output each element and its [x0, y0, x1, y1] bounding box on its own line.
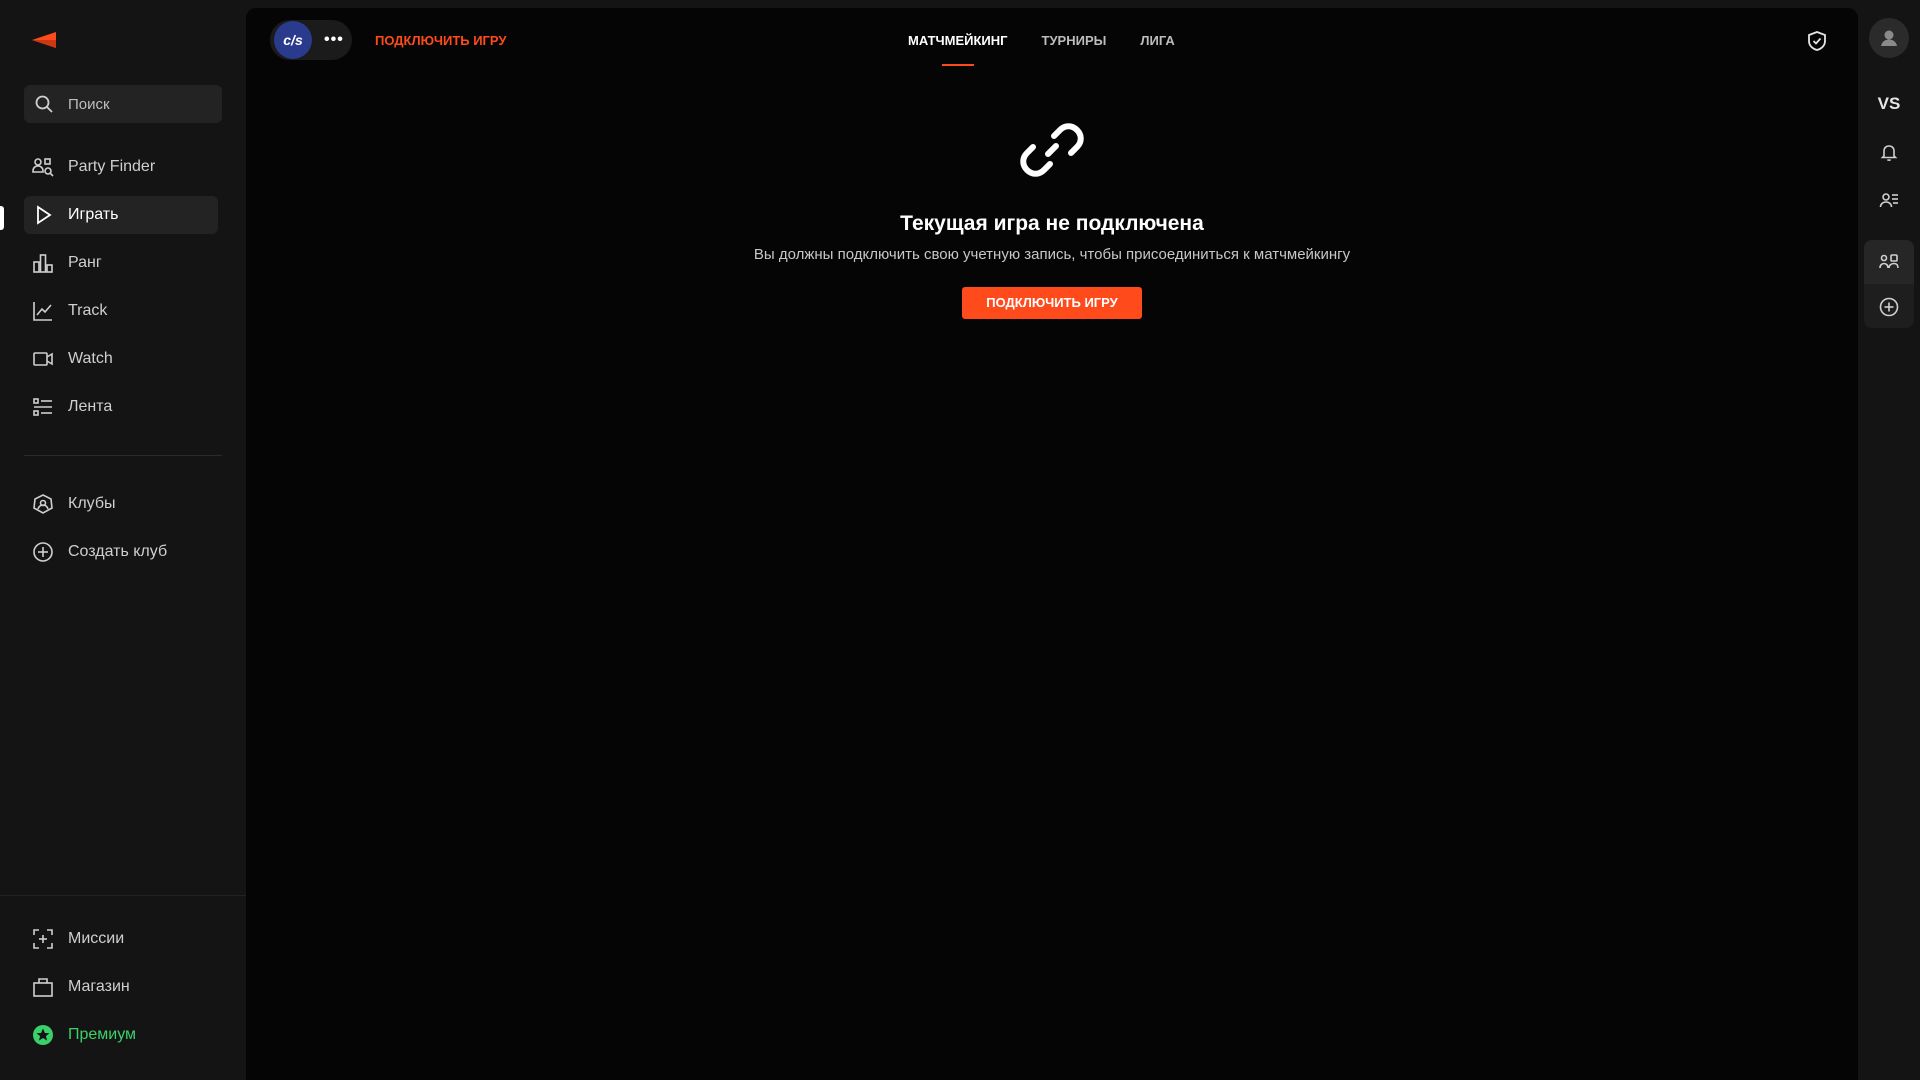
tab-league[interactable]: ЛИГА: [1140, 33, 1174, 48]
faceit-logo-icon[interactable]: [30, 28, 58, 52]
sidebar-item-watch[interactable]: Watch: [24, 340, 218, 378]
game-selector[interactable]: c/s •••: [270, 20, 352, 60]
clubs-icon: [33, 494, 53, 514]
search-placeholder: Поиск: [68, 95, 110, 113]
search-icon: [35, 95, 53, 113]
rank-icon: [33, 254, 53, 273]
party-button[interactable]: [1869, 242, 1909, 282]
party-finder-icon: [32, 158, 54, 177]
sidebar-item-premium[interactable]: Премиум: [24, 1016, 218, 1054]
sidebar-item-label: Премиум: [68, 1026, 137, 1043]
tab-tournaments[interactable]: ТУРНИРЫ: [1042, 33, 1107, 48]
more-options-icon[interactable]: •••: [324, 31, 344, 49]
sidebar-item-label: Магазин: [68, 978, 130, 995]
empty-state: Текущая игра не подключена Вы должны под…: [246, 118, 1858, 319]
add-button[interactable]: [1869, 287, 1909, 327]
sidebar-item-label: Миссии: [68, 930, 125, 947]
sidebar-item-rank[interactable]: Ранг: [24, 244, 218, 282]
sidebar-item-clubs[interactable]: Клубы: [24, 485, 218, 523]
connect-game-link[interactable]: ПОДКЛЮЧИТЬ ИГРУ: [375, 33, 507, 48]
user-avatar-icon: [1881, 30, 1897, 46]
sidebar-item-play[interactable]: Играть: [24, 196, 218, 234]
game-logo: c/s: [274, 21, 312, 59]
empty-state-subtitle: Вы должны подключить свою учетную запись…: [753, 246, 1351, 263]
tab-bar: МАТЧМЕЙКИНГ ТУРНИРЫ ЛИГА: [908, 33, 1175, 48]
shop-icon: [33, 978, 53, 997]
sidebar-bottom-divider: [0, 895, 246, 896]
avatar[interactable]: [1869, 18, 1909, 58]
watch-icon: [33, 352, 53, 366]
party-icon: [1879, 254, 1899, 269]
sidebar-item-label: Лента: [68, 398, 113, 415]
versus-button[interactable]: VS: [1869, 84, 1909, 124]
sidebar-item-create-club[interactable]: Создать клуб: [24, 533, 218, 571]
play-icon: [37, 205, 52, 225]
vs-label: VS: [1877, 94, 1901, 113]
sidebar-item-missions[interactable]: Миссии: [24, 920, 218, 958]
add-circle-icon: [33, 542, 53, 562]
right-rail: VS: [1858, 0, 1920, 1080]
connect-game-button[interactable]: ПОДКЛЮЧИТЬ ИГРУ: [962, 287, 1142, 319]
sidebar-divider: [24, 455, 222, 456]
left-sidebar: Поиск Party Finder Играть Ранг Track Wat…: [0, 0, 246, 1080]
premium-icon: [33, 1025, 53, 1045]
friends-icon: [1879, 193, 1898, 208]
sidebar-item-label: Играть: [68, 206, 119, 223]
notifications-button[interactable]: [1869, 132, 1909, 172]
bell-icon: [1880, 145, 1898, 162]
sidebar-item-party-finder[interactable]: Party Finder: [24, 148, 218, 186]
sidebar-item-label: Watch: [68, 350, 113, 367]
track-icon: [33, 302, 52, 321]
empty-state-title: Текущая игра не подключена: [900, 212, 1204, 235]
add-circle-icon: [1879, 297, 1899, 317]
sidebar-item-label: Ранг: [68, 254, 102, 271]
sidebar-item-shop[interactable]: Магазин: [24, 968, 218, 1006]
sidebar-item-label: Track: [68, 302, 108, 319]
sidebar-item-label: Клубы: [68, 495, 116, 512]
sidebar-item-track[interactable]: Track: [24, 292, 218, 330]
tab-matchmaking[interactable]: МАТЧМЕЙКИНГ: [908, 33, 1008, 48]
sidebar-item-label: Создать клуб: [68, 543, 168, 560]
main-panel: c/s ••• ПОДКЛЮЧИТЬ ИГРУ МАТЧМЕЙКИНГ ТУРН…: [246, 8, 1858, 1080]
active-indicator: [0, 206, 4, 230]
shield-icon[interactable]: [1806, 30, 1828, 52]
sidebar-item-label: Party Finder: [68, 158, 156, 175]
feed-icon: [33, 398, 52, 416]
link-icon: [1020, 123, 1084, 177]
search-input[interactable]: Поиск: [24, 85, 222, 123]
friends-button[interactable]: [1869, 180, 1909, 220]
sidebar-item-feed[interactable]: Лента: [24, 388, 218, 426]
missions-icon: [33, 929, 53, 949]
